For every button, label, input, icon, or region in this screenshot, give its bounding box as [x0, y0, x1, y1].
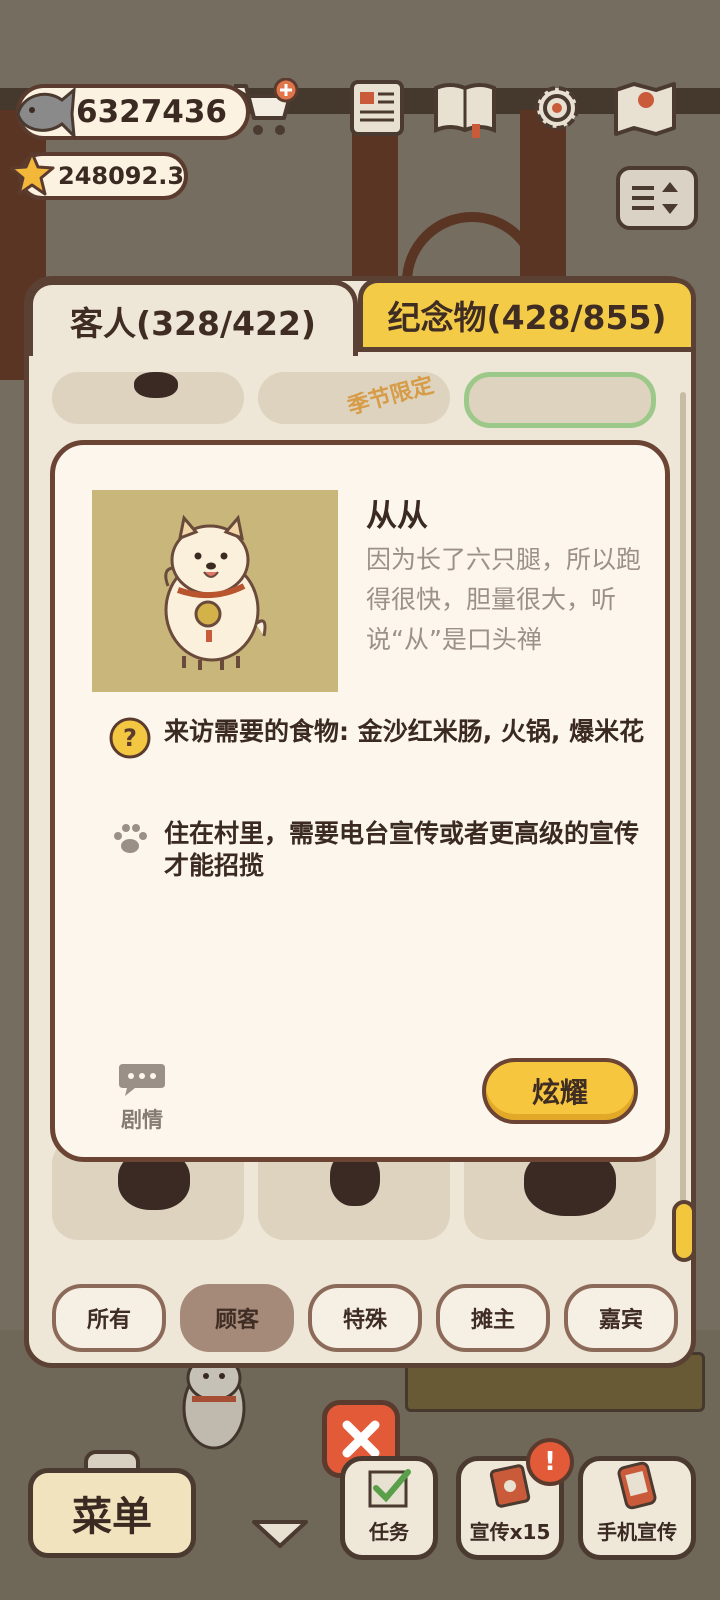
phone-promotion-button[interactable]: 手机宣传	[578, 1456, 696, 1560]
recipe-book-icon[interactable]	[432, 76, 498, 140]
tab-souvenirs[interactable]: 纪念物(428/855)	[358, 278, 696, 352]
guest-description: 因为长了六只腿，所以跑得很快，胆量很大，听说“从”是口头禅	[366, 545, 642, 654]
guest-name: 从从	[366, 498, 428, 534]
fish-currency-value: 6327436	[76, 94, 227, 130]
sort-icon	[632, 182, 678, 214]
residence-row: 住在村里，需要电台宣传或者更高级的宣传才能招揽	[108, 818, 648, 882]
tab-guests-label: 客人(328/422)	[70, 303, 316, 343]
promotion-label: 宣传x15	[469, 1520, 551, 1544]
speech-bubble-icon	[119, 1064, 165, 1096]
promotion-badge-text: !	[544, 1447, 556, 1477]
collapse-arrow-icon[interactable]	[250, 1516, 310, 1550]
filter-all[interactable]: 所有	[52, 1284, 166, 1352]
filter-label: 所有	[86, 1308, 131, 1333]
guest-card-selected[interactable]	[464, 372, 656, 428]
fish-icon	[16, 86, 76, 140]
tasks-label: 任务	[369, 1520, 409, 1544]
filter-customers[interactable]: 顾客	[180, 1284, 294, 1352]
map-icon[interactable]	[612, 76, 678, 140]
menu-label: 菜单	[72, 1494, 152, 1540]
filter-label: 摊主	[470, 1308, 515, 1333]
guest-silhouette	[134, 372, 178, 398]
story-button[interactable]: 剧情	[112, 1060, 172, 1134]
sort-toggle-button[interactable]	[616, 166, 698, 230]
star-icon	[9, 151, 55, 196]
show-off-button[interactable]: 炫耀	[482, 1058, 638, 1124]
shop-cart-add-icon[interactable]	[230, 78, 300, 140]
svg-text:?: ?	[123, 724, 137, 752]
tab-guests[interactable]: 客人(328/422)	[28, 280, 358, 356]
filter-special[interactable]: 特殊	[308, 1284, 422, 1352]
scrollbar-handle[interactable]	[672, 1200, 696, 1262]
filter-stall-owners[interactable]: 摊主	[436, 1284, 550, 1352]
food-requirement-text: 来访需要的食物: 金沙红米肠, 火锅, 爆米花	[164, 717, 645, 746]
newspaper-icon[interactable]	[344, 76, 410, 140]
food-requirement-row: ? 来访需要的食物: 金沙红米肠, 火锅, 爆米花	[108, 716, 648, 760]
filter-label: 特殊	[342, 1308, 387, 1333]
phone-icon	[617, 1461, 657, 1510]
phone-promotion-label: 手机宣传	[597, 1520, 677, 1544]
story-label: 剧情	[121, 1108, 163, 1132]
residence-text: 住在村里，需要电台宣传或者更高级的宣传才能招揽	[164, 819, 640, 880]
gear-icon[interactable]	[524, 76, 590, 140]
paw-icon	[114, 824, 147, 853]
question-icon: ?	[109, 717, 151, 759]
grid-scrollbar[interactable]	[680, 392, 686, 1252]
dog-portrait-image	[164, 514, 267, 670]
category-filter-row: 所有 顾客 特殊 摊主 嘉宾	[52, 1284, 680, 1352]
promotion-alert-badge: !	[526, 1438, 574, 1486]
guest-portrait	[92, 490, 338, 692]
filter-guests-of-honor[interactable]: 嘉宾	[564, 1284, 678, 1352]
menu-button[interactable]: 菜单	[28, 1468, 196, 1558]
tab-souvenirs-label: 纪念物(428/855)	[387, 298, 667, 337]
tasks-button[interactable]: 任务	[340, 1456, 438, 1560]
show-off-label: 炫耀	[531, 1076, 588, 1109]
filter-label: 顾客	[214, 1308, 259, 1333]
filter-label: 嘉宾	[598, 1308, 643, 1333]
checklist-icon	[368, 1469, 411, 1508]
star-currency-value: 248092.3	[58, 162, 185, 190]
